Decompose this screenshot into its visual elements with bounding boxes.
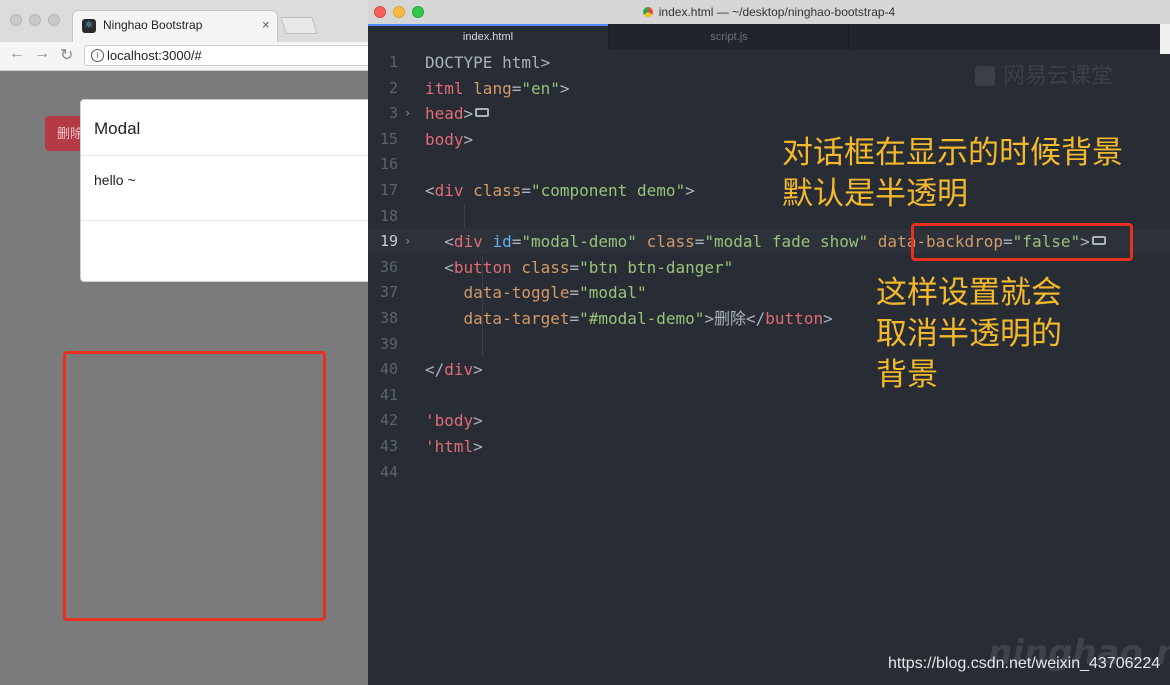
code-text: </div> [425, 360, 483, 380]
netease-logo-icon [975, 66, 995, 86]
line-number: 1 [388, 53, 398, 71]
fold-ellipsis-icon[interactable] [475, 108, 490, 118]
line-number: 16 [379, 155, 398, 174]
code-text: data-target="#modal-demo">删除</button> [463, 309, 833, 328]
line-number: 43 [379, 437, 398, 455]
reload-icon[interactable]: ↻ [60, 45, 73, 65]
line-number: 40 [379, 360, 398, 379]
back-arrow-icon[interactable]: ← [9, 45, 25, 63]
highlight-box [911, 223, 1133, 261]
tab-index-html[interactable]: index.html [368, 24, 608, 50]
code-text: DOCTYPE html> [425, 53, 551, 72]
csdn-watermark: https://blog.csdn.net/weixin_43706224 [888, 655, 1161, 672]
code-line[interactable]: 3 › head> [368, 101, 1170, 126]
code-line[interactable]: 43 'html> [368, 434, 1170, 459]
modal-footer-divider [81, 220, 368, 221]
modal-title: Modal [94, 119, 141, 138]
info-icon[interactable]: i [91, 49, 104, 62]
line-number: 42 [379, 411, 398, 430]
editor-title-wrap: index.html — ~/desktop/ninghao-bootstrap… [368, 5, 1170, 19]
code-text: <div class="component demo"> [425, 181, 695, 200]
browser-tab-title: Ninghao Bootstrap [103, 18, 203, 32]
line-number: 37 [379, 283, 398, 302]
code-text: itml lang="en"> [425, 78, 570, 98]
browser-window: ⚛ Ninghao Bootstrap × ← → ↻ i localhost:… [0, 0, 368, 685]
fold-chevron-icon[interactable]: › [404, 229, 411, 254]
line-number: 2 [388, 78, 398, 97]
line-number: 41 [379, 385, 398, 404]
editor-tab-bar: index.html script.js [368, 24, 1170, 50]
address-url: localhost:3000/# [107, 48, 202, 63]
line-number: 17 [379, 181, 398, 199]
modal-dialog: Modal hello ~ [80, 99, 368, 282]
editor-title-bar: index.html — ~/desktop/ninghao-bootstrap… [368, 0, 1170, 25]
line-number: 44 [379, 462, 398, 481]
tab-close-icon[interactable]: × [262, 17, 270, 32]
fold-chevron-icon[interactable]: › [404, 101, 411, 126]
annotation-top: 对话框在显示的时候背景 默认是半透明 [782, 135, 1123, 212]
code-line[interactable]: 42 'body> [368, 408, 1170, 433]
forward-arrow-icon[interactable]: → [34, 45, 50, 63]
code-text: head> [425, 101, 490, 126]
minimize-window-button[interactable] [29, 14, 41, 26]
code-line[interactable]: 44 [368, 460, 1170, 485]
code-text: data-toggle="modal" [463, 283, 647, 303]
code-text: <button class="btn btn-danger" [425, 257, 734, 277]
chrome-icon [642, 7, 653, 17]
browser-tab[interactable]: ⚛ Ninghao Bootstrap × [72, 10, 278, 42]
tab-script-js[interactable]: script.js [609, 24, 849, 50]
annotation-bottom: 这样设置就会 取消半透明的 背景 [876, 275, 1062, 393]
netease-logo-watermark: 网易云课堂 [975, 58, 1113, 90]
line-number: 3 [388, 104, 398, 123]
browser-tab-bar: ⚛ Ninghao Bootstrap × [0, 0, 368, 43]
react-favicon-icon: ⚛ [82, 19, 96, 33]
modal-header-divider [81, 155, 368, 156]
address-bar[interactable]: i localhost:3000/# [84, 45, 368, 66]
line-number: 15 [379, 129, 398, 148]
new-tab-button[interactable] [280, 17, 318, 34]
line-number: 39 [379, 334, 398, 353]
line-number: 19 [379, 232, 398, 251]
zoom-window-button[interactable] [48, 14, 60, 26]
netease-logo-text: 网易云课堂 [1003, 64, 1114, 89]
close-window-button[interactable] [10, 14, 22, 26]
line-number: 18 [379, 206, 398, 225]
browser-toolbar: ← → ↻ i localhost:3000/# [0, 42, 368, 71]
code-text: 'html> [425, 437, 483, 456]
line-number: 38 [379, 309, 398, 327]
line-number: 36 [379, 257, 398, 276]
modal-body-text: hello ~ [94, 172, 136, 188]
editor-window-title: index.html — ~/desktop/ninghao-bootstrap… [658, 5, 896, 19]
highlight-box [63, 351, 326, 621]
code-text: body> [425, 129, 474, 149]
code-text: 'body> [425, 411, 483, 431]
